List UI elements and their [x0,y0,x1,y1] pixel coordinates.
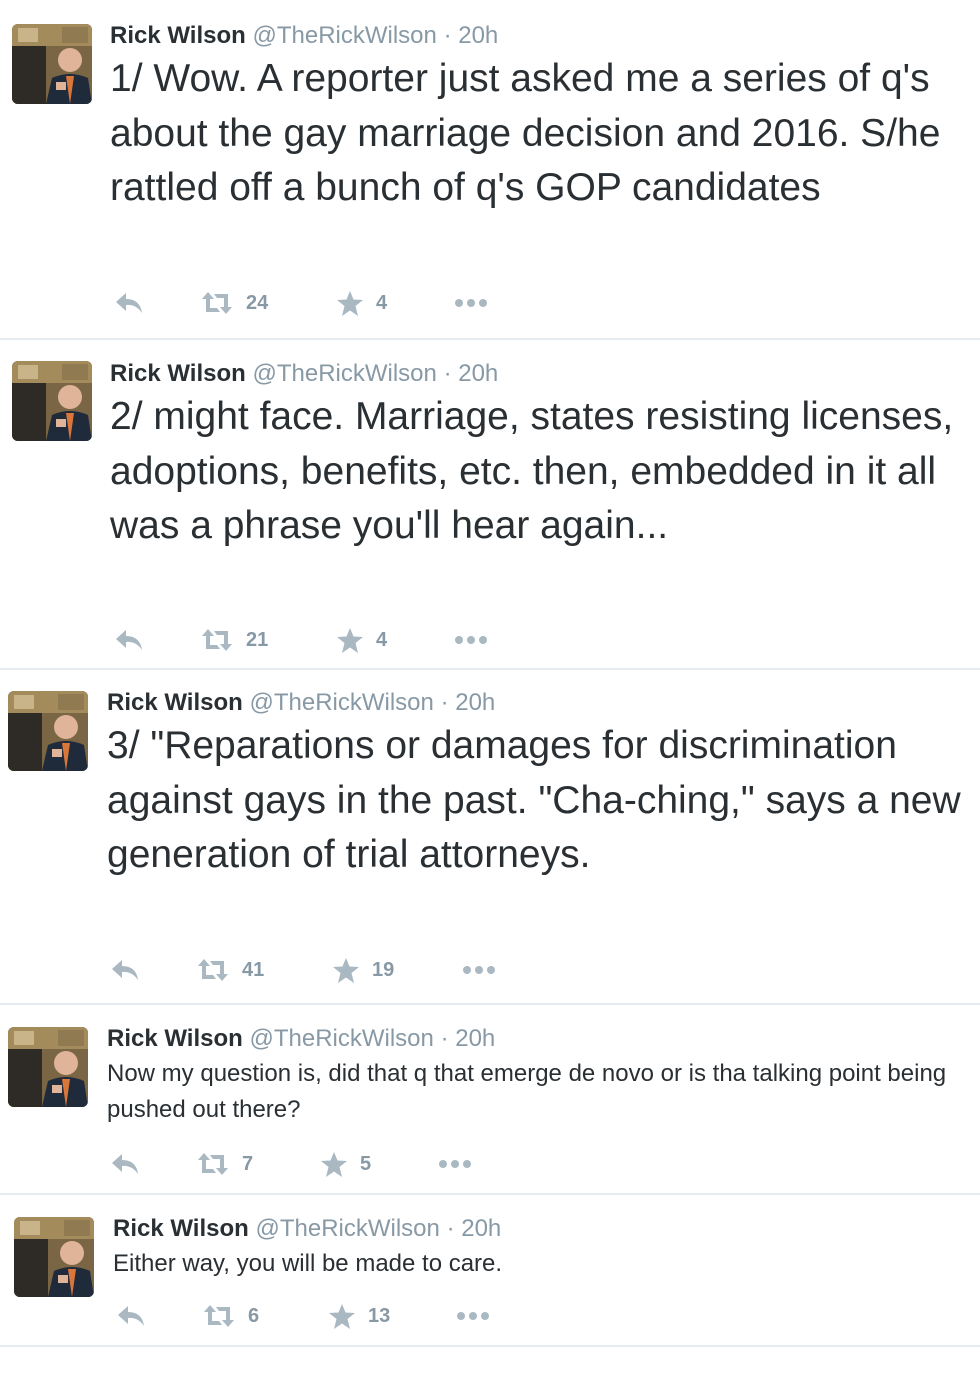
retweet-icon [196,957,230,983]
reply-button[interactable] [116,1301,146,1331]
tweet-text: 2/ might face. Marriage, states resistin… [110,395,954,547]
timestamp[interactable]: 20h [458,22,498,49]
separator: · [446,1215,455,1242]
more-icon [454,635,488,645]
reply-icon [116,1303,146,1329]
author-name[interactable]: Rick Wilson [113,1215,249,1242]
favorite-button[interactable]: 4 [336,288,387,318]
tweet-text: Either way, you will be made to care. [113,1250,503,1277]
reply-button[interactable] [110,1149,140,1179]
reply-icon [110,1151,140,1177]
avatar[interactable] [8,1027,88,1107]
tweet-header: Rick Wilson @TheRickWilson · 20h [110,360,498,388]
separator: · [443,22,452,49]
avatar[interactable] [14,1217,94,1297]
favorite-count: 5 [360,1152,372,1175]
tweet-header: Rick Wilson @TheRickWilson · 20h [110,22,498,50]
author-name[interactable]: Rick Wilson [110,360,246,387]
more-button[interactable] [462,955,496,985]
favorite-count: 4 [376,291,388,314]
retweet-icon [200,290,234,316]
separator: · [443,360,452,387]
star-icon [328,1303,356,1330]
tweet-text: Now my question is, did that q that emer… [107,1060,947,1123]
retweet-count: 24 [246,291,269,314]
tweet-divider [0,668,980,670]
star-icon [336,290,364,317]
tweet-header: Rick Wilson @TheRickWilson · 20h [107,1025,495,1053]
tweet-text: 3/ "Reparations or damages for discrimin… [107,724,961,876]
tweet-divider [0,1345,980,1347]
star-icon [320,1151,348,1178]
author-handle[interactable]: @TheRickWilson [249,689,433,716]
retweet-button[interactable]: 24 [200,288,268,318]
more-button[interactable] [456,1301,490,1331]
star-icon [332,957,360,984]
retweet-button[interactable]: 41 [196,955,264,985]
timestamp[interactable]: 20h [458,360,498,387]
author-name[interactable]: Rick Wilson [107,1025,243,1052]
more-icon [438,1159,472,1169]
tweet-divider [0,338,980,340]
reply-icon [114,627,144,653]
favorite-count: 4 [376,628,388,651]
retweet-count: 6 [248,1304,260,1327]
author-name[interactable]: Rick Wilson [107,689,243,716]
author-handle[interactable]: @TheRickWilson [252,22,436,49]
more-button[interactable] [454,625,488,655]
star-icon [336,627,364,654]
retweet-button[interactable]: 7 [196,1149,253,1179]
more-button[interactable] [438,1149,472,1179]
retweet-count: 7 [242,1152,254,1175]
more-button[interactable] [454,288,488,318]
favorite-count: 13 [368,1304,391,1327]
retweet-icon [202,1303,236,1329]
reply-icon [114,290,144,316]
retweet-button[interactable]: 21 [200,625,268,655]
retweet-icon [200,627,234,653]
more-icon [456,1311,490,1321]
author-handle[interactable]: @TheRickWilson [252,360,436,387]
timestamp[interactable]: 20h [455,1025,495,1052]
retweet-count: 41 [242,958,265,981]
author-handle[interactable]: @TheRickWilson [249,1025,433,1052]
retweet-button[interactable]: 6 [202,1301,259,1331]
favorite-count: 19 [372,958,395,981]
retweet-count: 21 [246,628,269,651]
tweet-header: Rick Wilson @TheRickWilson · 20h [107,689,495,717]
avatar[interactable] [8,691,88,771]
reply-button[interactable] [110,955,140,985]
separator: · [440,689,449,716]
favorite-button[interactable]: 5 [320,1149,371,1179]
favorite-button[interactable]: 4 [336,625,387,655]
author-name[interactable]: Rick Wilson [110,22,246,49]
avatar[interactable] [12,361,92,441]
reply-button[interactable] [114,288,144,318]
more-icon [454,298,488,308]
avatar[interactable] [12,24,92,104]
tweet-divider [0,1003,980,1005]
more-icon [462,965,496,975]
tweet-text: 1/ Wow. A reporter just asked me a serie… [110,57,941,209]
separator: · [440,1025,449,1052]
author-handle[interactable]: @TheRickWilson [255,1215,439,1242]
retweet-icon [196,1151,230,1177]
tweet-header: Rick Wilson @TheRickWilson · 20h [113,1215,501,1243]
timestamp[interactable]: 20h [461,1215,501,1242]
tweet-divider [0,1193,980,1195]
favorite-button[interactable]: 19 [332,955,394,985]
timestamp[interactable]: 20h [455,689,495,716]
reply-button[interactable] [114,625,144,655]
favorite-button[interactable]: 13 [328,1301,390,1331]
reply-icon [110,957,140,983]
